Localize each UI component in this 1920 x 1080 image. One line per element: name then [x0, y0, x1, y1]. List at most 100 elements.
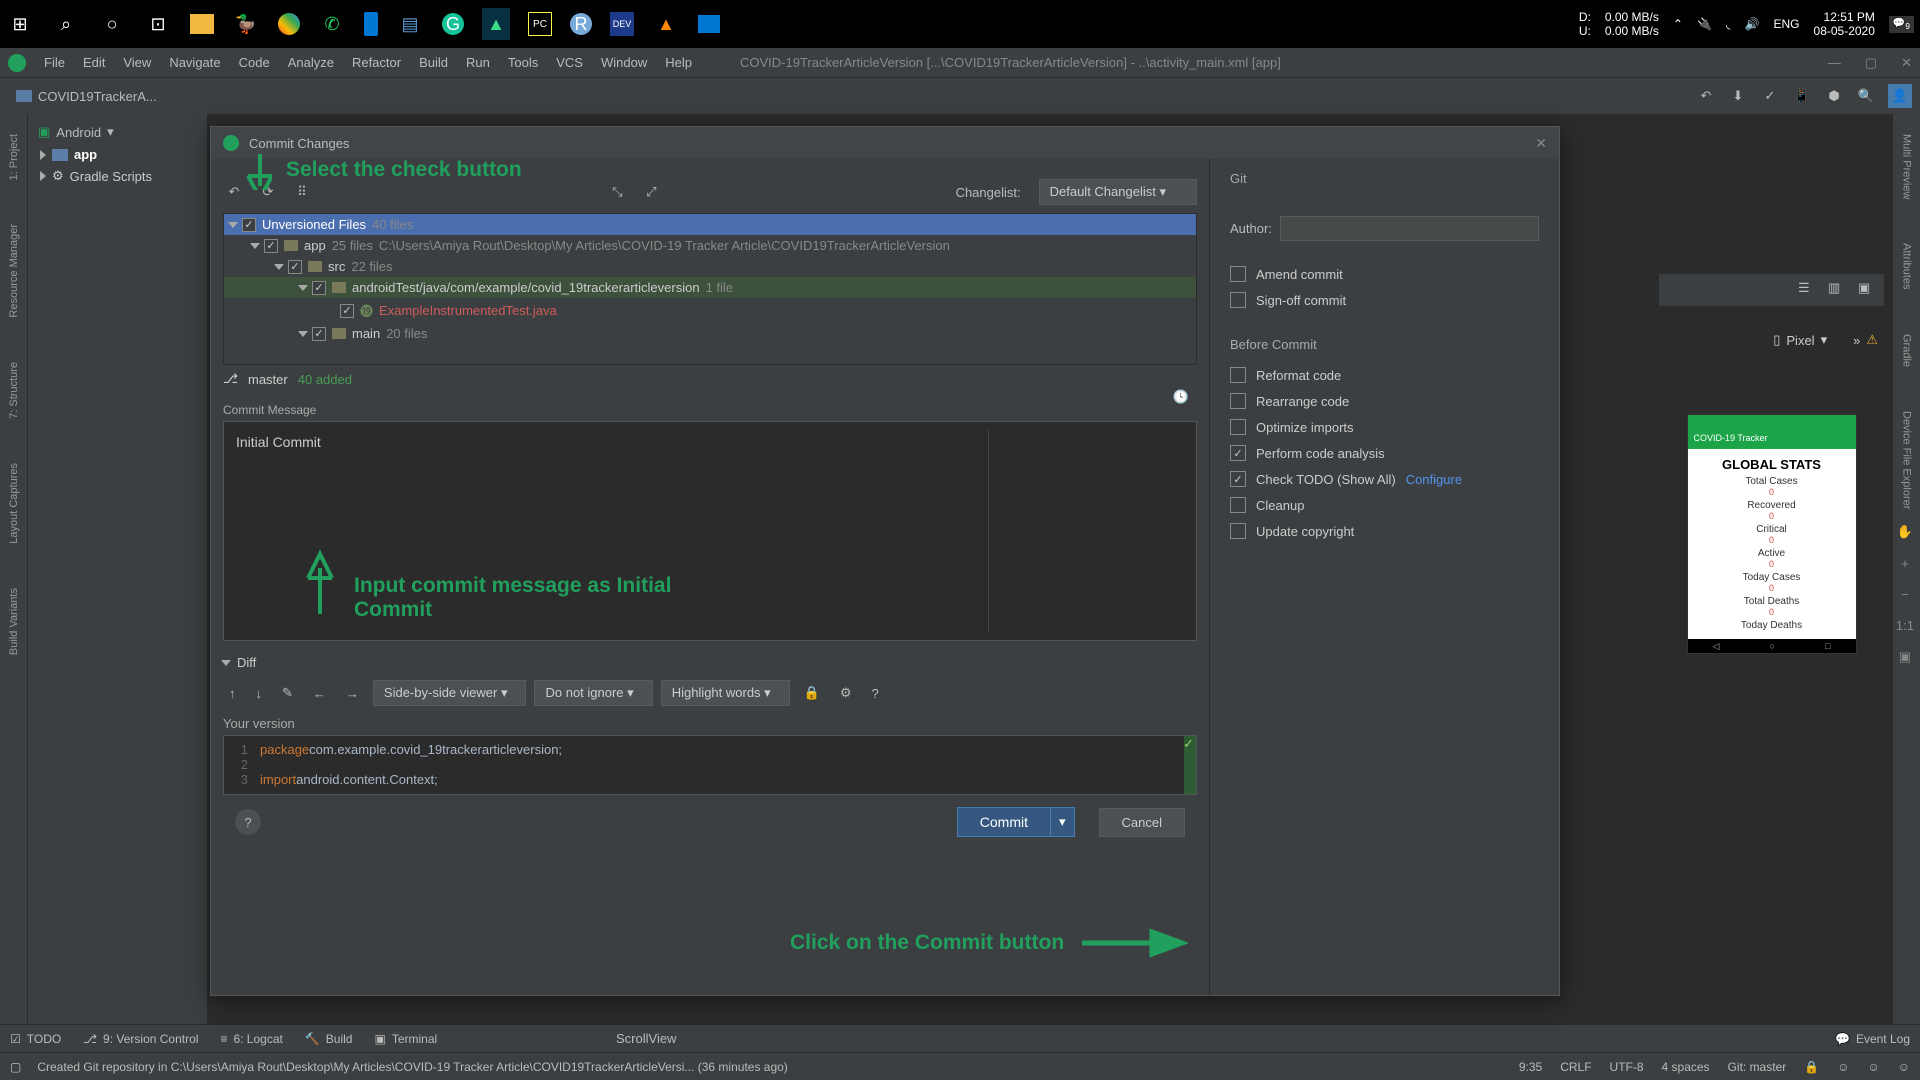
- breadcrumb[interactable]: COVID19TrackerA...: [8, 87, 165, 106]
- signoff-checkbox-row[interactable]: Sign-off commit: [1230, 287, 1539, 313]
- diff-viewer-select[interactable]: Side-by-side viewer ▾: [373, 680, 527, 706]
- checkbox[interactable]: [1230, 266, 1246, 282]
- tab-device-file-explorer[interactable]: Device File Explorer: [1901, 399, 1913, 521]
- photos-icon[interactable]: [698, 15, 720, 33]
- sdk-icon[interactable]: ⬢: [1824, 86, 1844, 106]
- cleanup-checkbox-row[interactable]: Cleanup: [1230, 492, 1539, 518]
- diff-ignore-select[interactable]: Do not ignore ▾: [534, 680, 652, 706]
- tree-item-gradle[interactable]: ⚙ Gradle Scripts: [34, 165, 201, 187]
- chevron-down-icon[interactable]: ▾: [107, 124, 114, 140]
- dialog-close-icon[interactable]: ✕: [1535, 135, 1547, 152]
- charset[interactable]: UTF-8: [1610, 1060, 1644, 1074]
- menu-refactor[interactable]: Refactor: [352, 55, 401, 70]
- tab-terminal[interactable]: ▣ Terminal: [374, 1032, 437, 1046]
- menu-help[interactable]: Help: [665, 55, 692, 70]
- zoom-out-icon[interactable]: −: [1901, 587, 1909, 602]
- changes-file-tree[interactable]: Unversioned Files 40 files app 25 files …: [223, 213, 1197, 365]
- rearrange-checkbox-row[interactable]: Rearrange code: [1230, 388, 1539, 414]
- checkbox[interactable]: [1230, 523, 1246, 539]
- warning-icon[interactable]: ⚠: [1866, 332, 1878, 348]
- face-icon-2[interactable]: ☺: [1867, 1060, 1879, 1074]
- changelist-select[interactable]: Default Changelist ▾: [1039, 179, 1197, 205]
- menu-navigate[interactable]: Navigate: [169, 55, 220, 70]
- checkbox[interactable]: [1230, 445, 1246, 461]
- todo-checkbox-row[interactable]: Check TODO (Show All) Configure: [1230, 466, 1539, 492]
- checkbox[interactable]: [1230, 471, 1246, 487]
- tab-version-control[interactable]: ⎇ 9: Version Control: [83, 1032, 198, 1046]
- lock-icon[interactable]: 🔒: [798, 681, 826, 705]
- file-row-main[interactable]: main 20 files: [224, 323, 1196, 344]
- tab-todo[interactable]: ☑ TODO: [10, 1032, 61, 1046]
- phone-icon[interactable]: [364, 12, 378, 36]
- tree-header[interactable]: ▣ Android ▾: [34, 120, 201, 144]
- indent[interactable]: 4 spaces: [1662, 1060, 1710, 1074]
- branch-name[interactable]: master: [248, 372, 288, 387]
- lang-indicator[interactable]: ENG: [1774, 17, 1800, 31]
- more-icon[interactable]: »: [1853, 333, 1860, 348]
- grammarly-icon[interactable]: G: [442, 13, 464, 35]
- list-icon[interactable]: ☰: [1798, 280, 1818, 300]
- design-icon[interactable]: ▣: [1858, 280, 1878, 300]
- cancel-button[interactable]: Cancel: [1099, 808, 1185, 837]
- line-ending[interactable]: CRLF: [1560, 1060, 1591, 1074]
- next-file-icon[interactable]: →: [340, 682, 365, 705]
- chrome-icon[interactable]: [278, 13, 300, 35]
- prev-file-icon[interactable]: ←: [307, 682, 332, 705]
- dev-icon[interactable]: DEV: [610, 12, 634, 36]
- commit-button[interactable]: Commit: [957, 807, 1051, 837]
- face-icon[interactable]: ☺: [1837, 1060, 1849, 1074]
- collapse-icon[interactable]: ⤢: [640, 181, 662, 203]
- maximize-icon[interactable]: ▢: [1865, 55, 1877, 71]
- battery-icon[interactable]: 🔌: [1697, 17, 1712, 31]
- checkbox[interactable]: [312, 281, 326, 295]
- start-icon[interactable]: ⊞: [6, 10, 34, 38]
- split-icon[interactable]: ▥: [1828, 280, 1848, 300]
- next-change-icon[interactable]: ↓: [250, 682, 269, 705]
- checkbox[interactable]: [242, 218, 256, 232]
- menu-analyze[interactable]: Analyze: [288, 55, 334, 70]
- tab-layout-captures[interactable]: Layout Captures: [8, 451, 20, 556]
- vcs-commit-icon[interactable]: ✓: [1760, 86, 1780, 106]
- diff-header[interactable]: Diff: [223, 651, 1197, 674]
- tab-project[interactable]: 1: Project: [8, 122, 20, 192]
- search-icon[interactable]: ⌕: [52, 10, 80, 38]
- tab-build-variants[interactable]: Build Variants: [8, 576, 20, 667]
- lock-icon[interactable]: 🔒: [1804, 1060, 1819, 1074]
- cortana-icon[interactable]: ○: [98, 10, 126, 38]
- file-row-example[interactable]: ⓳ ExampleInstrumentedTest.java: [224, 298, 1196, 323]
- menu-build[interactable]: Build: [419, 55, 448, 70]
- tab-logcat[interactable]: ≡ 6: Logcat: [220, 1032, 282, 1046]
- checkbox[interactable]: [1230, 393, 1246, 409]
- volume-icon[interactable]: 🔊: [1745, 17, 1760, 31]
- zoom-reset[interactable]: 1:1: [1896, 618, 1914, 633]
- notifications-icon[interactable]: 💬9: [1889, 16, 1914, 33]
- diff-code-view[interactable]: 1package com.example.covid_19trackerarti…: [223, 735, 1197, 795]
- help-button[interactable]: ?: [235, 809, 261, 835]
- refresh-icon[interactable]: ⟳: [257, 181, 279, 203]
- vlc-icon[interactable]: ▲: [652, 10, 680, 38]
- menu-window[interactable]: Window: [601, 55, 647, 70]
- tab-attributes[interactable]: Attributes: [1901, 231, 1913, 301]
- commit-dropdown-icon[interactable]: ▾: [1051, 807, 1075, 837]
- diff-highlight-select[interactable]: Highlight words ▾: [661, 680, 790, 706]
- rstudio-icon[interactable]: R: [570, 13, 592, 35]
- optimize-checkbox-row[interactable]: Optimize imports: [1230, 414, 1539, 440]
- wifi-icon[interactable]: ◟: [1726, 17, 1731, 31]
- tab-structure[interactable]: 7: Structure: [8, 350, 20, 431]
- checkbox[interactable]: [1230, 292, 1246, 308]
- tab-multi-preview[interactable]: Multi Preview: [1901, 122, 1913, 211]
- configure-link[interactable]: Configure: [1406, 472, 1462, 487]
- history-icon[interactable]: 🕓: [1173, 389, 1189, 405]
- checkbox[interactable]: [1230, 367, 1246, 383]
- avd-icon[interactable]: 📱: [1792, 86, 1812, 106]
- android-studio-icon[interactable]: ▲: [482, 8, 510, 40]
- account-icon[interactable]: 👤: [1888, 84, 1912, 108]
- menu-code[interactable]: Code: [239, 55, 270, 70]
- help-icon[interactable]: ?: [866, 682, 885, 705]
- group-icon[interactable]: ⠿: [291, 181, 313, 203]
- tab-event-log[interactable]: 💬 Event Log: [1835, 1032, 1910, 1046]
- author-input[interactable]: [1280, 216, 1539, 241]
- undo-icon[interactable]: ↶: [1696, 86, 1716, 106]
- minimize-icon[interactable]: —: [1828, 55, 1841, 71]
- menu-vcs[interactable]: VCS: [556, 55, 583, 70]
